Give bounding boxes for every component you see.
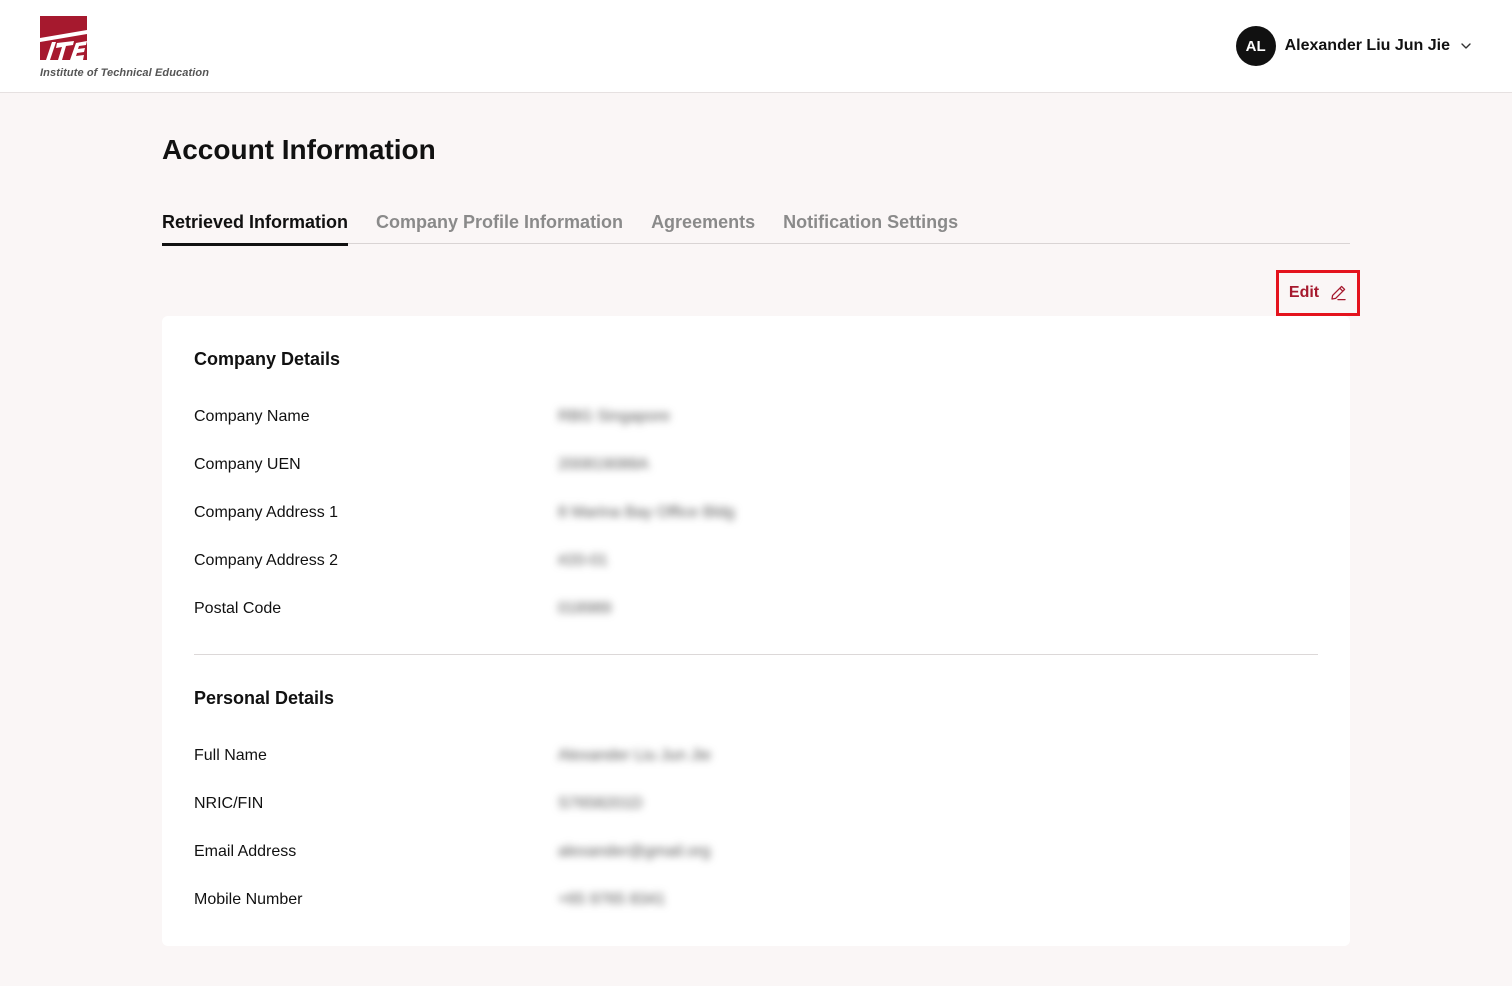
field-value: S7658201D bbox=[558, 795, 643, 812]
ite-logo[interactable]: Institute of Technical Education bbox=[40, 16, 240, 82]
field-label: Company Name bbox=[194, 408, 310, 425]
field-value: +65 9765 8341 bbox=[558, 891, 666, 908]
pencil-icon bbox=[1331, 285, 1346, 301]
field-value: 200819088A bbox=[558, 456, 649, 473]
tab-notification-settings[interactable]: Notification Settings bbox=[783, 212, 958, 243]
chevron-down-icon bbox=[1461, 43, 1471, 49]
personal-details-title: Personal Details bbox=[194, 688, 335, 708]
tab-bar: Retrieved Information Company Profile In… bbox=[162, 212, 1350, 246]
field-label: Email Address bbox=[194, 843, 297, 860]
avatar: AL bbox=[1235, 26, 1276, 66]
edit-label: Edit bbox=[1288, 284, 1320, 301]
field-row-company-name: Company Name RBG Singapore bbox=[194, 406, 1318, 430]
field-value: Alexander Liu Jun Jie bbox=[558, 747, 711, 764]
field-label: NRIC/FIN bbox=[194, 795, 264, 812]
field-value: RBG Singapore bbox=[558, 408, 671, 425]
field-label: Full Name bbox=[194, 747, 267, 764]
company-details-title: Company Details bbox=[194, 349, 341, 369]
field-row-company-address-1: Company Address 1 8 Marina Bay Office Bl… bbox=[194, 502, 1318, 526]
field-row-company-uen: Company UEN 200819088A bbox=[194, 454, 1318, 478]
field-value: alexander@gmail.org bbox=[558, 843, 711, 860]
field-row-postal-code: Postal Code 018989 bbox=[194, 598, 1318, 622]
section-divider bbox=[194, 654, 1318, 655]
field-value: #20-01 bbox=[558, 552, 608, 569]
top-bar: Institute of Technical Education AL Alex… bbox=[0, 0, 1512, 93]
field-label: Mobile Number bbox=[194, 891, 303, 908]
logo-mark-icon bbox=[40, 16, 87, 60]
field-label: Company UEN bbox=[194, 456, 301, 473]
field-row-full-name: Full Name Alexander Liu Jun Jie bbox=[194, 745, 1318, 769]
user-menu[interactable]: AL Alexander Liu Jun Jie bbox=[1235, 26, 1472, 66]
logo-caption: Institute of Technical Education bbox=[40, 67, 210, 79]
field-label: Postal Code bbox=[194, 600, 282, 617]
tab-agreements[interactable]: Agreements bbox=[651, 212, 755, 243]
field-row-email-address: Email Address alexander@gmail.org bbox=[194, 841, 1318, 865]
account-details-card: Company Details Company Name RBG Singapo… bbox=[162, 316, 1350, 946]
field-value: 8 Marina Bay Office Bldg bbox=[558, 504, 735, 521]
field-value: 018989 bbox=[558, 600, 612, 617]
field-row-nric-fin: NRIC/FIN S7658201D bbox=[194, 793, 1318, 817]
page-title: Account Information bbox=[162, 134, 436, 165]
user-name: Alexander Liu Jun Jie bbox=[1284, 37, 1450, 54]
field-row-company-address-2: Company Address 2 #20-01 bbox=[194, 550, 1318, 574]
field-row-mobile-number: Mobile Number +65 9765 8341 bbox=[194, 889, 1318, 913]
field-label: Company Address 2 bbox=[194, 552, 339, 569]
tab-retrieved-information[interactable]: Retrieved Information bbox=[162, 212, 349, 246]
field-label: Company Address 1 bbox=[194, 504, 339, 521]
tab-company-profile-information[interactable]: Company Profile Information bbox=[376, 212, 623, 243]
edit-button[interactable]: Edit bbox=[1276, 270, 1360, 316]
